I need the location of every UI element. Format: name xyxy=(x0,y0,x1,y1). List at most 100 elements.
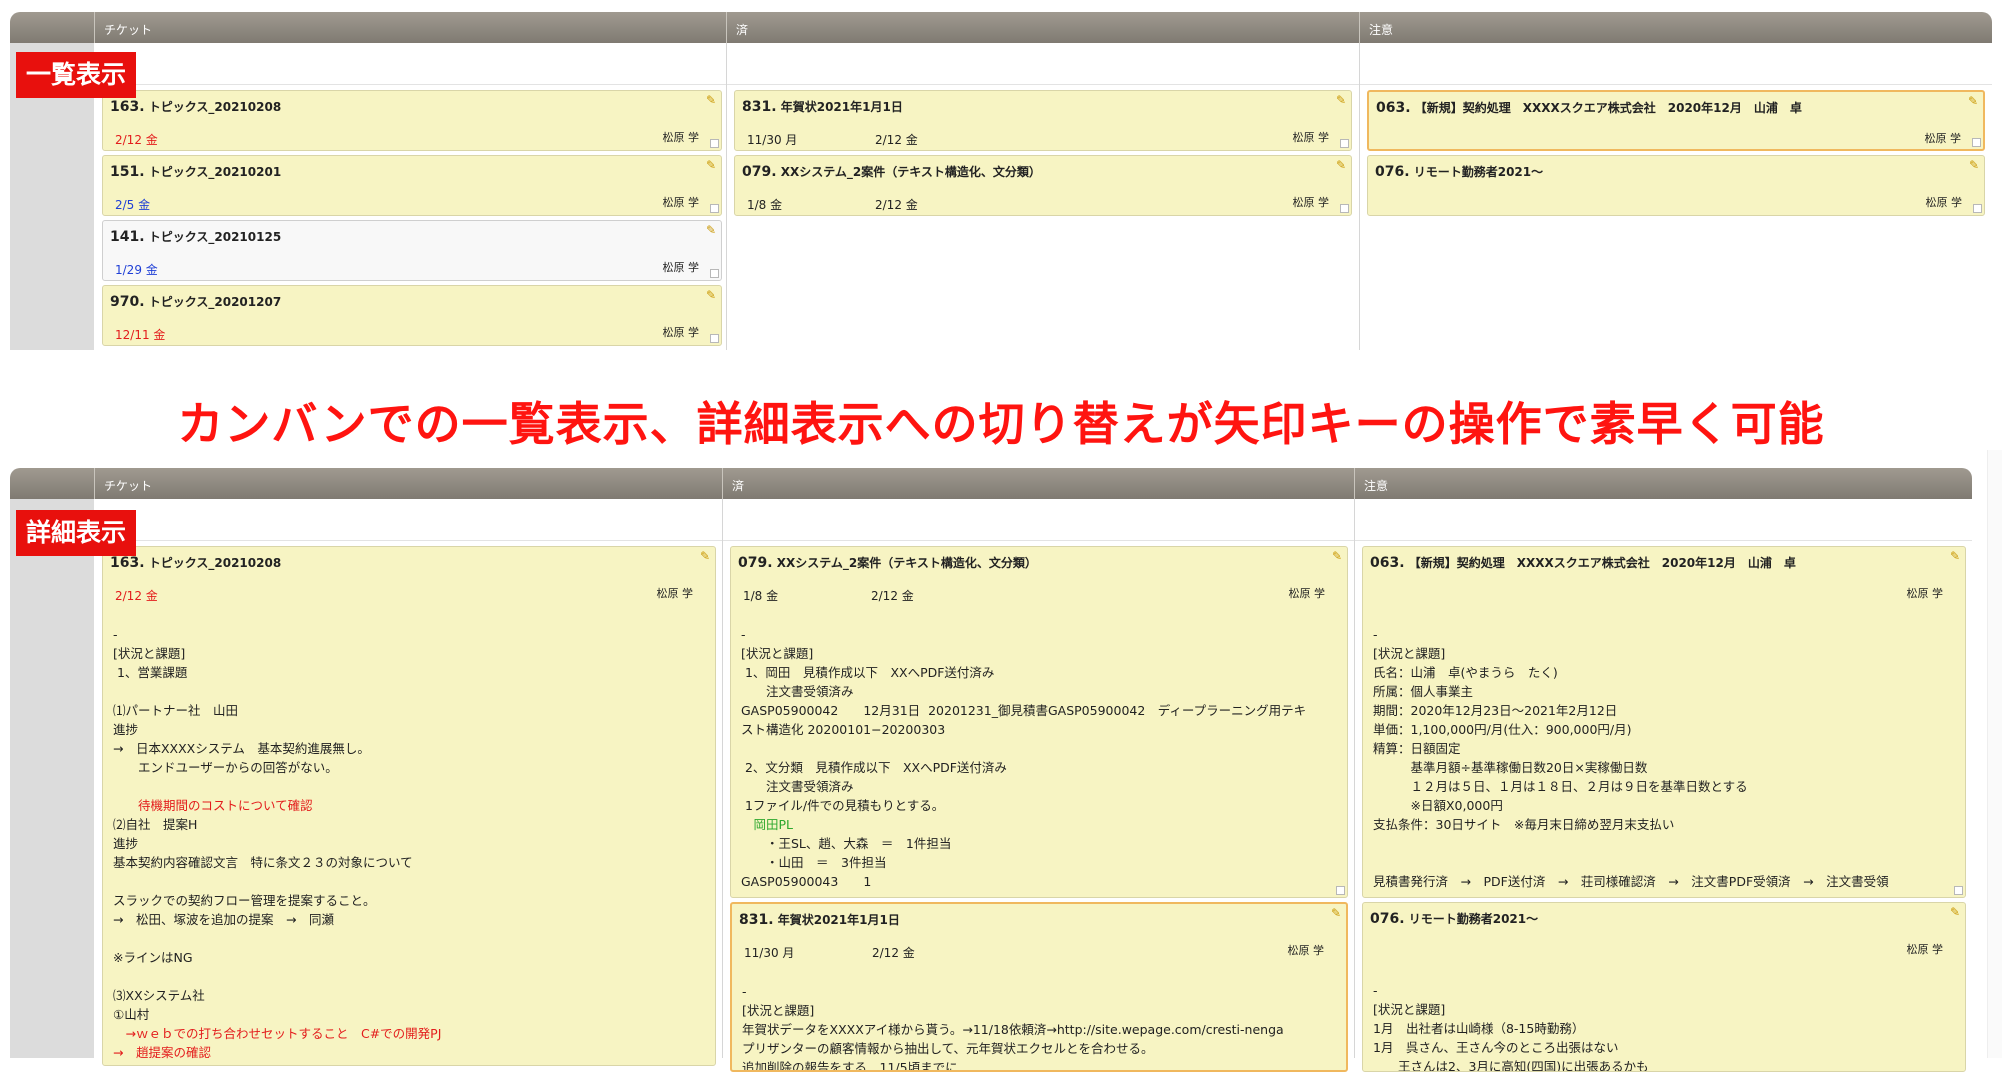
description-line: 基本契約内容確認文言 特に条文２３の対象について xyxy=(113,855,413,870)
description-line: 氏名：山浦 卓(やまうら たく) xyxy=(1373,665,1558,680)
card-number: 079. xyxy=(738,555,773,571)
assignee: 松原 学 xyxy=(662,196,700,209)
resize-handle-icon[interactable] xyxy=(1336,886,1345,895)
description-line: 注文書受領済み xyxy=(741,779,854,794)
scrollbar[interactable] xyxy=(1987,450,2002,1058)
description-line xyxy=(113,872,701,891)
pencil-icon[interactable]: ✎ xyxy=(706,93,716,107)
description-line: 支払条件：30日サイト ※毎月末日締め翌月末支払い xyxy=(1373,817,1675,832)
card-number: 831. xyxy=(739,912,774,928)
description-line: 追加削除の報告をする 11/5頃までに xyxy=(742,1060,958,1072)
pencil-icon[interactable]: ✎ xyxy=(706,158,716,172)
description-line: 見積書発行済 → PDF送付済 → 荘司様確認済 → 注文書PDF受領済 → 注… xyxy=(1373,874,1889,889)
headline-caption: カンバンでの一覧表示、詳細表示への切り替えが矢印キーの操作で素早く可能 xyxy=(177,397,1825,451)
description-line: スラックでの契約フロー管理を提案すること。 xyxy=(113,893,376,908)
card-number: 076. xyxy=(1370,911,1405,927)
card-970[interactable]: 970. トピックス_20201207 12/11 金 松原 学 ✎ xyxy=(102,285,722,346)
card-number: 063. xyxy=(1370,555,1405,571)
resize-handle-icon[interactable] xyxy=(1954,886,1963,895)
description-line: - xyxy=(742,984,747,999)
description-line: ※日額X0,000円 xyxy=(1373,798,1503,813)
card-076[interactable]: 076. リモート勤務者2021〜 松原 学 ✎ xyxy=(1367,155,1985,216)
description-line: - xyxy=(1373,983,1378,998)
resize-handle-icon[interactable] xyxy=(1340,204,1349,213)
card-title: 【新規】契約処理 XXXXスクエア株式会社 2020年12月 山浦 卓 xyxy=(1408,556,1796,570)
column-title-caution[interactable]: 注意 xyxy=(1364,477,1388,494)
description-line: 1ファイル/件での見積もりとする。 xyxy=(741,798,945,813)
pencil-icon[interactable]: ✎ xyxy=(1332,549,1342,563)
assignee: 松原 学 xyxy=(1924,132,1962,145)
description-line: 岡田PL xyxy=(741,817,794,832)
assignee: 松原 学 xyxy=(662,131,700,144)
card-079-detail[interactable]: 079. XXシステム_2案件（テキスト構造化、文分類） 1/8 金 2/12 … xyxy=(730,546,1348,898)
resize-handle-icon[interactable] xyxy=(1340,139,1349,148)
resize-handle-icon[interactable] xyxy=(710,334,719,343)
card-163[interactable]: 163. トピックス_20210208 2/12 金 松原 学 ✎ xyxy=(102,90,722,151)
description-line: ⑶XXシステム社 xyxy=(113,988,205,1003)
card-title: 【新規】契約処理 XXXXスクエア株式会社 2020年12月 山浦 卓 xyxy=(1414,101,1802,115)
column-title-done[interactable]: 済 xyxy=(736,21,748,38)
kanban-board-list: チケット 済 注意 163. トピックス_20210208 2/12 金 松原 … xyxy=(10,12,1992,350)
description-line: 1、岡田 見積作成以下 XXへPDF送付済み xyxy=(741,665,995,680)
card-063-detail[interactable]: 063. 【新規】契約処理 XXXXスクエア株式会社 2020年12月 山浦 卓… xyxy=(1362,546,1966,898)
due-date: 12/11 金 xyxy=(115,328,166,342)
pencil-icon[interactable]: ✎ xyxy=(1336,158,1346,172)
assignee: 松原 学 xyxy=(656,587,694,600)
assignee: 松原 学 xyxy=(662,261,700,274)
pencil-icon[interactable]: ✎ xyxy=(706,223,716,237)
card-079[interactable]: 079. XXシステム_2案件（テキスト構造化、文分類） 1/8 金 2/12 … xyxy=(734,155,1352,216)
card-description: - [状況と課題] 年賀状データをXXXXアイ様から貰う。→11/18依頼済→h… xyxy=(742,982,1332,1072)
column-title-ticket[interactable]: チケット xyxy=(104,21,152,38)
card-title: リモート勤務者2021〜 xyxy=(1413,165,1544,179)
pencil-icon[interactable]: ✎ xyxy=(1950,905,1960,919)
card-076-detail[interactable]: 076. リモート勤務者2021〜 松原 学 ✎ - [状況と課題] 1月 出社… xyxy=(1362,902,1966,1072)
pencil-icon[interactable]: ✎ xyxy=(706,288,716,302)
description-line: ⑴パートナー社 山田 xyxy=(113,703,239,718)
column-title-ticket[interactable]: チケット xyxy=(104,477,152,494)
due-date: 2/12 金 xyxy=(871,589,914,603)
card-163-detail[interactable]: 163. トピックス_20210208 2/12 金 松原 学 ✎ - [状況と… xyxy=(102,546,716,1066)
card-title: XXシステム_2案件（テキスト構造化、文分類） xyxy=(780,165,1041,179)
pencil-icon[interactable]: ✎ xyxy=(1950,549,1960,563)
pencil-icon[interactable]: ✎ xyxy=(1336,93,1346,107)
pencil-icon[interactable]: ✎ xyxy=(1331,906,1341,920)
resize-handle-icon[interactable] xyxy=(1972,138,1981,147)
start-date: 1/8 金 xyxy=(743,589,779,603)
card-151[interactable]: 151. トピックス_20210201 2/5 金 松原 学 ✎ xyxy=(102,155,722,216)
due-date: 2/12 金 xyxy=(875,198,918,212)
due-date: 2/12 金 xyxy=(875,133,918,147)
column-title-caution[interactable]: 注意 xyxy=(1369,21,1393,38)
due-date: 2/12 金 xyxy=(115,133,158,147)
description-line: [状況と課題] xyxy=(1373,646,1446,661)
pencil-icon[interactable]: ✎ xyxy=(700,549,710,563)
assignee: 松原 学 xyxy=(1287,944,1325,957)
description-line: ※ラインはNG xyxy=(113,950,193,965)
resize-handle-icon[interactable] xyxy=(710,204,719,213)
description-line: 1月 呉さん、王さん今のところ出張はない xyxy=(1373,1040,1619,1055)
description-line: [状況と課題] xyxy=(742,1003,815,1018)
row-gutter xyxy=(10,499,94,1058)
description-line xyxy=(1373,834,1951,853)
card-141[interactable]: 141. トピックス_20210125 1/29 金 松原 学 ✎ xyxy=(102,220,722,281)
description-line: →ｗｅｂでの打ち合わせセットすること C#での開発PJ xyxy=(113,1026,442,1041)
description-line: 王さんは2、3月に高知(四国)に出張あるかも xyxy=(1373,1059,1649,1072)
card-description: - [状況と課題] 1、岡田 見積作成以下 XXへPDF送付済み 注文書受領済み… xyxy=(741,625,1333,891)
description-line xyxy=(113,929,701,948)
card-831[interactable]: 831. 年賀状2021年1月1日 11/30 月 2/12 金 松原 学 ✎ xyxy=(734,90,1352,151)
column-title-done[interactable]: 済 xyxy=(732,477,744,494)
card-063[interactable]: 063. 【新規】契約処理 XXXXスクエア株式会社 2020年12月 山浦 卓… xyxy=(1367,90,1985,151)
card-831-detail[interactable]: 831. 年賀状2021年1月1日 11/30 月 2/12 金 松原 学 ✎ … xyxy=(730,902,1348,1072)
card-number: 970. xyxy=(110,294,145,310)
resize-handle-icon[interactable] xyxy=(710,139,719,148)
description-line: 期間：2020年12月23日〜2021年2月12日 xyxy=(1373,703,1618,718)
description-line: 1月 出社者は山崎様（8-15時勤務） xyxy=(1373,1021,1585,1036)
pencil-icon[interactable]: ✎ xyxy=(1969,158,1979,172)
pencil-icon[interactable]: ✎ xyxy=(1968,94,1978,108)
description-line: [状況と課題] xyxy=(741,646,814,661)
assignee: 松原 学 xyxy=(1292,131,1330,144)
card-number: 063. xyxy=(1376,100,1411,116)
card-number: 163. xyxy=(110,99,145,115)
resize-handle-icon[interactable] xyxy=(1973,204,1982,213)
description-line: 年賀状データをXXXXアイ様から貰う。→11/18依頼済→http://site… xyxy=(742,1022,1284,1037)
resize-handle-icon[interactable] xyxy=(710,269,719,278)
